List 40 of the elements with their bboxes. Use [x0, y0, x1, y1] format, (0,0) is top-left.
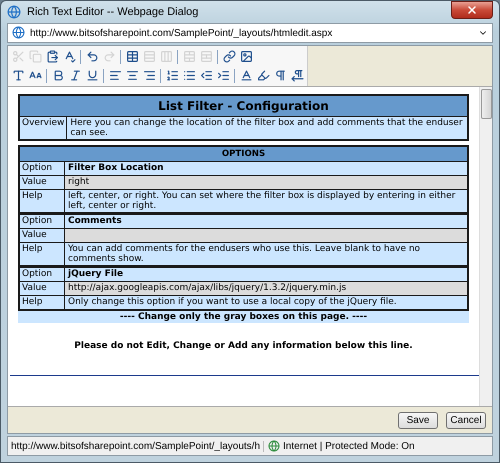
value-field[interactable]: right	[64, 176, 468, 190]
close-icon	[466, 4, 478, 16]
rtl-icon[interactable]	[289, 67, 305, 84]
note-text: ---- Change only the gray boxes on this page. ----	[18, 311, 469, 323]
row-label: Option	[19, 162, 64, 176]
page-icon	[12, 26, 26, 40]
zone-text: Internet | Protected Mode: On	[283, 440, 415, 452]
row-label: Value	[19, 228, 64, 242]
row-label: Help	[19, 190, 64, 214]
table-cell: Comments	[64, 214, 468, 228]
row-label: Help	[19, 242, 64, 266]
warning-text: Please do not Edit, Change or Add any information below this line.	[73, 341, 414, 351]
table-cell: jQuery File	[64, 266, 468, 282]
row-label: Value	[19, 282, 64, 296]
row-label: Value	[19, 176, 64, 190]
value-field[interactable]	[64, 228, 468, 242]
save-button[interactable]: Save	[398, 412, 438, 428]
globe-icon	[268, 440, 280, 452]
row-label: Overview	[19, 116, 67, 140]
table-icon[interactable]	[124, 48, 140, 65]
address-bar: http://www.bitsofsharepoint.com/SamplePoint/_layouts/htmledit.aspx	[7, 23, 493, 43]
overview-text: Here you can change the location of the filter box and add comments that the enduser can see.	[66, 116, 468, 140]
options-header: OPTIONS	[19, 146, 468, 162]
window-title: Rich Text Editor -- Webpage Dialog	[27, 6, 200, 18]
image-icon[interactable]	[238, 48, 254, 65]
table-cell: Filter Box Location	[64, 162, 468, 176]
cancel-button[interactable]: Cancel	[446, 412, 486, 428]
table-cell: You can add comments for the endusers who use this. Leave blank to have no comments show.	[64, 242, 468, 266]
row-label: Option	[19, 214, 64, 228]
browser-icon	[7, 5, 21, 19]
table-cell: left, center, or right. You can set where the filter box is displayed by entering in either left, center or right.	[64, 190, 468, 214]
document-title: List Filter - Configuration	[19, 95, 468, 116]
table-cell: Only change this option if you want to use a local copy of the jQuery file.	[64, 296, 468, 310]
row-label: Option	[19, 266, 64, 282]
value-field[interactable]: http://ajax.googleapis.com/ajax/libs/jquery/1.3.2/jquery.min.js	[64, 282, 468, 296]
scrollbar[interactable]	[479, 87, 492, 406]
close-button[interactable]	[451, 1, 493, 19]
link-icon[interactable]	[221, 48, 237, 65]
status-url: http://www.bitsofsharepoint.com/SamplePoint/_layouts/h	[8, 440, 264, 452]
row-label: Help	[19, 296, 64, 310]
